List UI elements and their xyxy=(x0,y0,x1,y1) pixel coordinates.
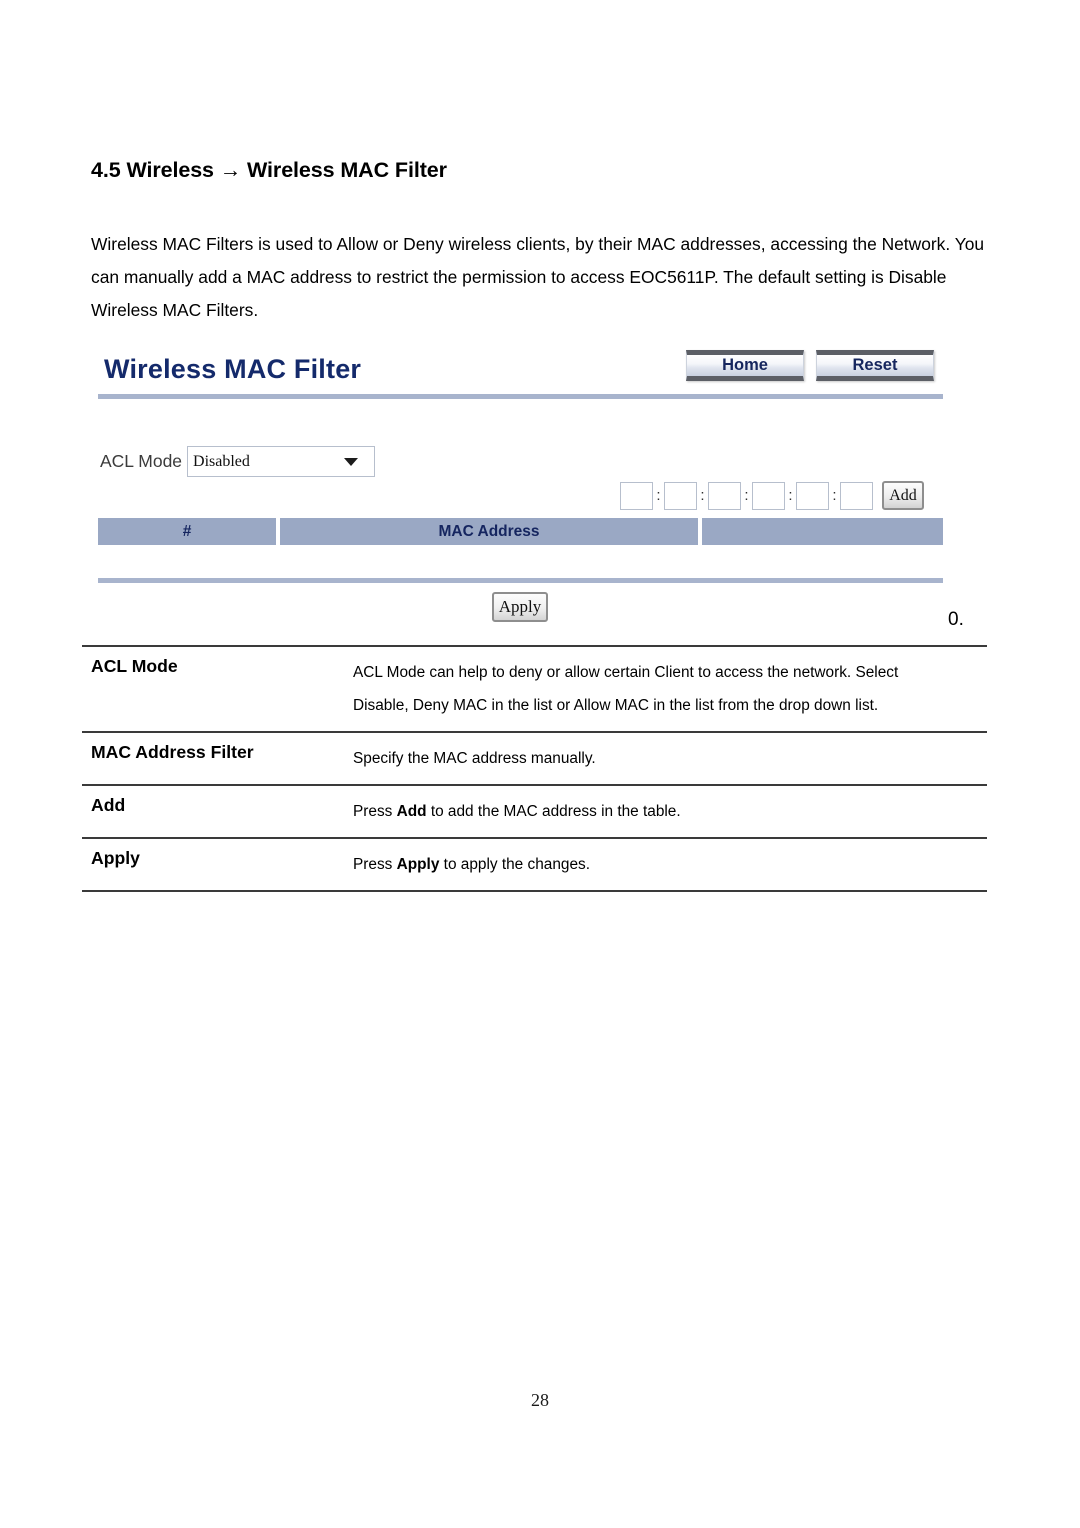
mac-octet-input-5[interactable] xyxy=(796,481,829,510)
intro-paragraph: Wireless MAC Filters is used to Allow or… xyxy=(91,234,985,320)
table-row: MAC Address Filter Specify the MAC addre… xyxy=(82,731,987,785)
definition-prefix: Press xyxy=(353,803,397,820)
octet-separator: : xyxy=(700,486,705,504)
term-apply: Apply xyxy=(82,837,353,892)
definition-add: Press Add to add the MAC address in the … xyxy=(353,784,987,838)
table-row: Apply Press Apply to apply the changes. xyxy=(82,837,987,892)
table-header-actions xyxy=(702,518,943,545)
table-row: Add Press Add to add the MAC address in … xyxy=(82,784,987,838)
page-title: 4.5 Wireless → Wireless MAC Filter xyxy=(91,158,447,182)
acl-mode-label: ACL Mode xyxy=(100,451,183,471)
stray-text: 0. xyxy=(948,609,964,630)
definition-suffix: to apply the changes. xyxy=(439,856,590,873)
definition-prefix: Press xyxy=(353,856,397,873)
definition-line-1: Specify the MAC address manually. xyxy=(353,750,596,767)
term-add: Add xyxy=(82,784,353,838)
field-description-table: ACL Mode ACL Mode can help to deny or al… xyxy=(82,645,987,892)
device-ui-title: Wireless MAC Filter xyxy=(104,354,362,384)
acl-mode-selected-value: Disabled xyxy=(193,452,250,470)
definition-emphasis: Add xyxy=(396,803,427,820)
mac-octet-input-3[interactable] xyxy=(708,481,741,510)
table-row: ACL Mode ACL Mode can help to deny or al… xyxy=(82,645,987,732)
acl-mode-select[interactable]: Disabled xyxy=(187,446,376,477)
mac-octet-input-2[interactable] xyxy=(664,481,697,510)
definition-suffix: to add the MAC address in the table. xyxy=(426,803,681,820)
octet-separator: : xyxy=(744,486,749,504)
definition-line-2: Disable, Deny MAC in the list or Allow M… xyxy=(353,697,879,714)
definition-apply: Press Apply to apply the changes. xyxy=(353,837,987,892)
acl-mode-row: ACL Mode Disabled xyxy=(100,446,376,477)
definition-line-1: ACL Mode can help to deny or allow certa… xyxy=(353,664,899,681)
add-button[interactable]: Add xyxy=(882,481,924,510)
title-divider xyxy=(98,394,943,399)
apply-button[interactable]: Apply xyxy=(492,592,548,622)
definition-mac-address-filter: Specify the MAC address manually. xyxy=(353,731,987,785)
footer-divider xyxy=(98,578,943,583)
octet-separator: : xyxy=(788,486,793,504)
octet-separator: : xyxy=(656,486,661,504)
page-number: 28 xyxy=(531,1390,549,1410)
mac-octet-input-6[interactable] xyxy=(840,481,873,510)
octet-separator: : xyxy=(832,486,837,504)
mac-octet-input-4[interactable] xyxy=(752,481,785,510)
definition-acl-mode: ACL Mode can help to deny or allow certa… xyxy=(353,645,987,732)
definition-emphasis: Apply xyxy=(396,856,440,873)
home-button[interactable]: Home xyxy=(686,350,804,381)
document-page: 4.5 Wireless → Wireless MAC Filter Wirel… xyxy=(0,0,1080,1528)
mac-address-entry: : : : : : Add xyxy=(620,481,924,510)
table-header-index: # xyxy=(98,518,276,545)
device-ui-screenshot: Wireless MAC Filter Home Reset ACL Mode … xyxy=(98,338,948,633)
reset-button[interactable]: Reset xyxy=(816,350,934,381)
table-header-mac-address: MAC Address xyxy=(280,518,698,545)
term-acl-mode: ACL Mode xyxy=(82,645,353,732)
mac-table-header: # MAC Address xyxy=(98,518,943,545)
mac-octet-input-1[interactable] xyxy=(620,481,653,510)
term-mac-address-filter: MAC Address Filter xyxy=(82,731,353,785)
chevron-down-icon xyxy=(344,457,359,466)
